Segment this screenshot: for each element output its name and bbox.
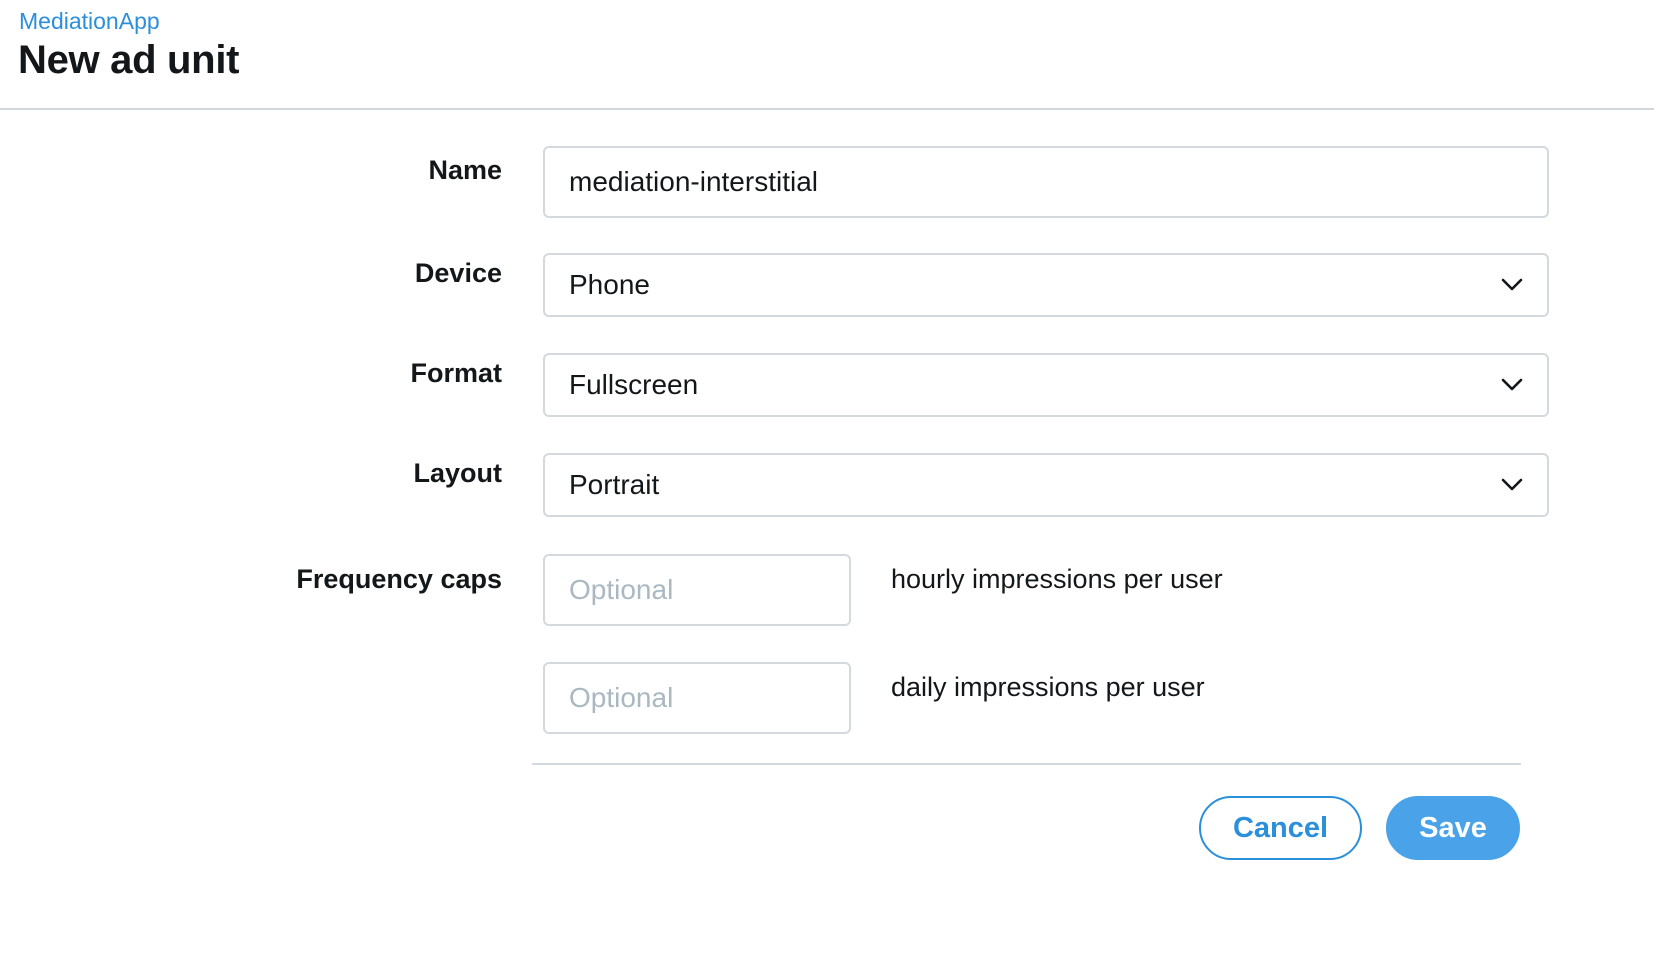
layout-select[interactable]: Portrait	[543, 453, 1549, 517]
chevron-down-icon	[1501, 374, 1523, 396]
hourly-cap-input[interactable]	[543, 554, 851, 626]
page-header: MediationApp New ad unit	[0, 0, 1654, 110]
format-selected-value: Fullscreen	[569, 369, 699, 400]
layout-label: Layout	[413, 458, 502, 488]
save-button[interactable]: Save	[1386, 796, 1520, 860]
breadcrumb-app-link[interactable]: MediationApp	[19, 8, 160, 35]
device-select[interactable]: Phone	[543, 253, 1549, 317]
device-label: Device	[414, 258, 502, 288]
daily-cap-input[interactable]	[543, 662, 851, 734]
name-label: Name	[428, 155, 502, 185]
chevron-down-icon	[1501, 274, 1523, 296]
device-selected-value: Phone	[569, 269, 650, 300]
form-divider	[532, 763, 1521, 765]
frequency-caps-label: Frequency caps	[296, 564, 502, 594]
page-title: New ad unit	[18, 38, 240, 82]
daily-cap-suffix: daily impressions per user	[891, 672, 1205, 702]
layout-selected-value: Portrait	[569, 469, 660, 500]
name-input[interactable]	[543, 146, 1549, 218]
chevron-down-icon	[1501, 474, 1523, 496]
hourly-cap-suffix: hourly impressions per user	[891, 564, 1223, 594]
format-select[interactable]: Fullscreen	[543, 353, 1549, 417]
format-label: Format	[410, 358, 502, 388]
cancel-button[interactable]: Cancel	[1199, 796, 1362, 860]
